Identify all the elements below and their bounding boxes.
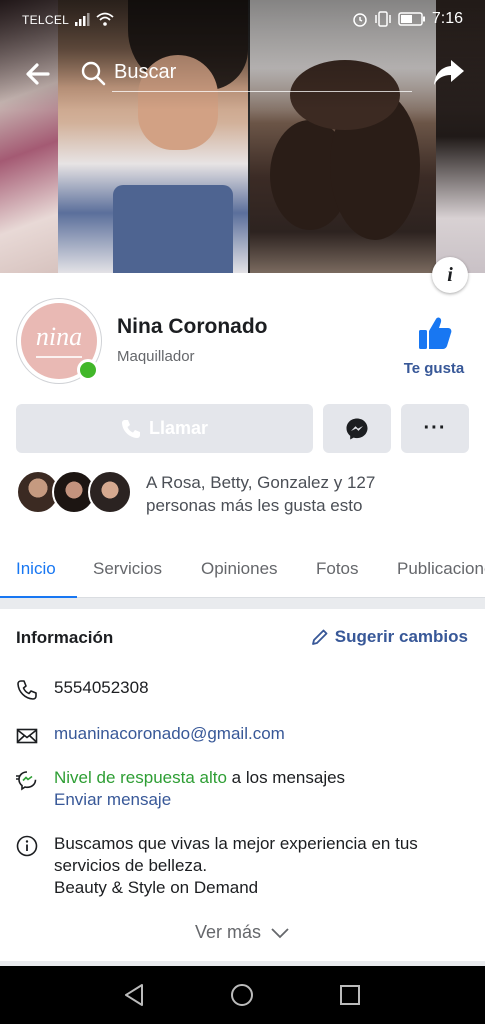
alarm-icon <box>353 13 367 27</box>
envelope-icon <box>16 728 38 744</box>
response-rating-suffix: a los mensajes <box>226 768 346 787</box>
more-dots-icon: ··· <box>423 417 447 439</box>
see-more-label: Ver más <box>194 922 261 942</box>
tab-publicaciones[interactable]: Publicaciones <box>397 559 485 579</box>
phone-icon <box>121 419 140 438</box>
battery-icon <box>398 12 425 26</box>
email-link[interactable]: muaninacoronado@gmail.com <box>54 723 285 745</box>
info-icon <box>16 835 38 857</box>
like-button[interactable]: Te gusta <box>396 315 472 377</box>
active-tab-indicator <box>0 596 77 598</box>
suggest-edits-button[interactable]: Sugerir cambios <box>311 627 468 647</box>
suggest-edits-label: Sugerir cambios <box>334 627 468 646</box>
wifi-icon <box>96 12 114 26</box>
friends-like-summary[interactable]: A Rosa, Betty, Gonzalez y 127 personas m… <box>146 471 446 517</box>
about-text-line: servicios de belleza. <box>54 856 208 875</box>
about-text-line: Buscamos que vivas la mejor experiencia … <box>54 834 418 853</box>
info-icon-button[interactable]: i <box>432 257 468 293</box>
call-label: Llamar <box>148 418 209 438</box>
thumbs-up-icon <box>419 317 452 349</box>
nav-home-icon[interactable] <box>229 982 255 1008</box>
phone-icon <box>17 680 37 700</box>
page-header-card: nina Nina Coronado Maquillador Te gusta … <box>0 273 485 598</box>
avatar-logo-text: nina <box>35 322 83 351</box>
status-bar: TELCEL 7:16 <box>0 0 485 40</box>
tab-inicio[interactable]: Inicio <box>16 559 56 579</box>
send-message-link[interactable]: Enviar mensaje <box>54 790 171 809</box>
friends-avatars[interactable] <box>16 470 136 516</box>
back-button[interactable] <box>22 58 54 90</box>
response-rating: Nivel de respuesta alto <box>54 768 227 787</box>
search-input[interactable]: Buscar <box>76 56 416 92</box>
online-status-dot <box>77 359 99 381</box>
phone-number: 5554052308 <box>54 678 149 697</box>
carrier-label: TELCEL <box>22 13 70 27</box>
back-arrow-icon <box>26 63 50 85</box>
message-button[interactable] <box>323 404 391 453</box>
tab-fotos[interactable]: Fotos <box>316 559 359 579</box>
nav-back-icon[interactable] <box>121 982 147 1008</box>
info-section: Información Sugerir cambios 5554052308 m… <box>0 609 485 961</box>
fast-response-icon <box>16 771 37 791</box>
cover-photo[interactable] <box>0 0 485 273</box>
system-navigation-bar <box>0 966 485 1024</box>
call-button[interactable]: Llamar <box>16 404 313 453</box>
clock: 7:16 <box>431 10 463 27</box>
page-tabs: Inicio Servicios Opiniones Fotos Publica… <box>0 545 485 598</box>
avatar <box>88 470 132 514</box>
page-title: Nina Coronado <box>117 315 268 338</box>
about-text-line: Beauty & Style on Demand <box>54 878 259 897</box>
see-more-button[interactable]: Ver más <box>0 922 485 943</box>
nav-recents-icon[interactable] <box>337 982 363 1008</box>
share-button[interactable] <box>431 54 467 90</box>
chevron-down-icon <box>271 928 289 939</box>
messenger-icon <box>346 418 368 439</box>
info-title: Información <box>16 628 114 647</box>
pencil-icon <box>311 629 328 645</box>
vibrate-icon <box>375 11 391 27</box>
like-label: Te gusta <box>403 360 465 377</box>
signal-icon <box>75 13 90 26</box>
search-icon <box>81 61 106 86</box>
search-placeholder: Buscar <box>114 61 177 83</box>
share-arrow-icon <box>434 60 464 85</box>
tab-opiniones[interactable]: Opiniones <box>201 559 278 579</box>
more-options-button[interactable]: ··· <box>401 404 469 453</box>
page-category: Maquillador <box>117 348 195 365</box>
tab-servicios[interactable]: Servicios <box>93 559 162 579</box>
